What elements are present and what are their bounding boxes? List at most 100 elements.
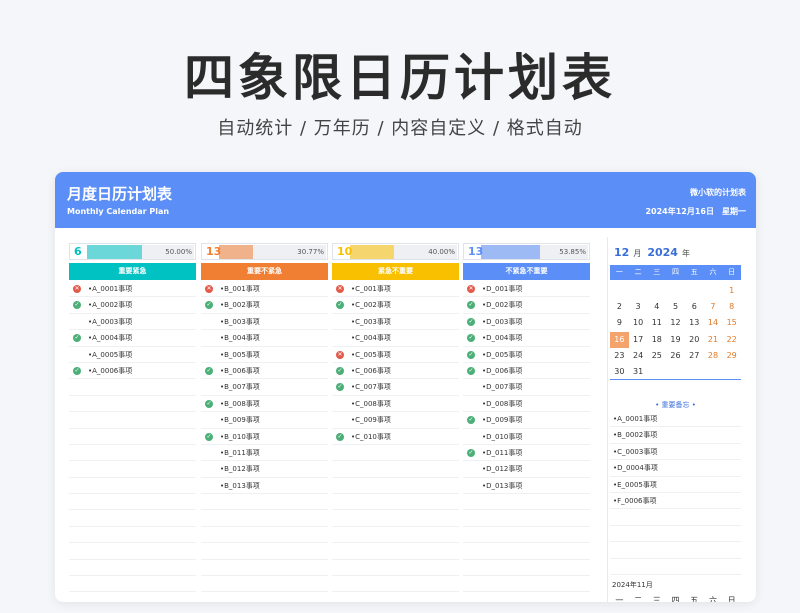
calendar-day[interactable]: 8 [722, 299, 741, 315]
calendar-day[interactable]: 7 [704, 299, 723, 315]
task-row[interactable]: ✕ •A_0001事项 [69, 281, 196, 298]
calendar-day[interactable]: 26 [666, 348, 685, 364]
calendar-day[interactable]: 28 [704, 348, 723, 364]
task-row[interactable]: ✓ •C_007事项 [332, 379, 459, 396]
calendar-day[interactable]: 14 [704, 315, 723, 331]
calendar-day[interactable]: 25 [647, 348, 666, 364]
calendar-day[interactable]: 31 [629, 364, 648, 380]
task-row[interactable]: ✕ •C_001事项 [332, 281, 459, 298]
memo-item[interactable]: •E_0005事项 [610, 477, 741, 493]
memo-item[interactable]: •C_0003事项 [610, 444, 741, 461]
calendar-day[interactable]: 5 [666, 299, 685, 315]
task-row[interactable]: ✓ •B_002事项 [201, 297, 328, 314]
task-row[interactable]: ✓ •D_011事项 [463, 445, 590, 462]
task-row[interactable]: •D_007事项 [463, 379, 590, 396]
task-row[interactable]: •B_013事项 [201, 478, 328, 495]
calendar-day[interactable]: 11 [647, 315, 666, 331]
cross-icon[interactable]: ✕ [336, 285, 344, 293]
task-row[interactable]: ✓ •C_010事项 [332, 429, 459, 445]
task-row[interactable]: ✓ •D_009事项 [463, 412, 590, 429]
calendar-day[interactable]: 20 [685, 332, 704, 348]
task-row[interactable]: ✓ •C_002事项 [332, 297, 459, 314]
calendar-month[interactable]: 12 [614, 246, 629, 259]
task-row[interactable]: ✓ •D_002事项 [463, 297, 590, 314]
task-row[interactable]: •B_009事项 [201, 412, 328, 429]
check-icon[interactable]: ✓ [205, 366, 213, 375]
calendar-day[interactable]: 23 [610, 348, 629, 364]
calendar-day[interactable]: 15 [722, 315, 741, 331]
cross-icon[interactable]: ✕ [73, 285, 81, 293]
task-row[interactable]: •D_008事项 [463, 396, 590, 413]
cross-icon[interactable]: ✕ [205, 285, 213, 293]
task-row[interactable]: •C_009事项 [332, 412, 459, 429]
calendar-year[interactable]: 2024 [647, 246, 678, 259]
task-row[interactable]: •C_004事项 [332, 330, 459, 347]
calendar-day[interactable]: 6 [685, 299, 704, 315]
calendar-day[interactable]: 22 [722, 332, 741, 348]
check-icon[interactable]: ✓ [73, 334, 81, 343]
calendar-day[interactable]: 21 [704, 332, 723, 348]
calendar-day[interactable]: 4 [647, 299, 666, 315]
calendar-day[interactable]: 2 [610, 299, 629, 315]
calendar-day[interactable]: 18 [647, 332, 666, 348]
check-icon[interactable]: ✓ [336, 432, 344, 441]
memo-item[interactable]: •A_0001事项 [610, 411, 741, 428]
task-row[interactable]: ✓ •A_0006事项 [69, 363, 196, 380]
memo-item[interactable]: •F_0006事项 [610, 493, 741, 510]
calendar-day[interactable]: 27 [685, 348, 704, 364]
task-row[interactable]: •C_003事项 [332, 314, 459, 331]
check-icon[interactable]: ✓ [467, 448, 475, 457]
task-row[interactable]: ✓ •D_006事项 [463, 363, 590, 380]
check-icon[interactable]: ✓ [467, 334, 475, 343]
check-icon[interactable]: ✓ [467, 416, 475, 425]
task-row[interactable]: •B_004事项 [201, 330, 328, 347]
check-icon[interactable]: ✓ [467, 301, 475, 310]
task-row[interactable]: ✓ •D_004事项 [463, 330, 590, 347]
check-icon[interactable]: ✓ [467, 366, 475, 375]
task-row[interactable]: •B_003事项 [201, 314, 328, 331]
task-row[interactable]: ✓ •B_010事项 [201, 429, 328, 445]
check-icon[interactable]: ✓ [336, 366, 344, 375]
task-row[interactable]: ✓ •A_0002事项 [69, 297, 196, 314]
calendar-day[interactable]: 24 [629, 348, 648, 364]
memo-item[interactable]: •D_0004事项 [610, 460, 741, 477]
check-icon[interactable]: ✓ [205, 301, 213, 310]
check-icon[interactable]: ✓ [73, 301, 81, 310]
calendar-day[interactable]: 1 [722, 283, 741, 299]
task-row[interactable]: •D_013事项 [463, 478, 590, 495]
task-row[interactable]: ✕ •B_001事项 [201, 281, 328, 298]
task-row[interactable]: •B_005事项 [201, 347, 328, 363]
cross-icon[interactable]: ✕ [336, 350, 344, 359]
task-row[interactable]: ✕ •D_001事项 [463, 281, 590, 298]
task-row[interactable]: ✓ •D_003事项 [463, 314, 590, 331]
check-icon[interactable]: ✓ [336, 383, 344, 392]
calendar-day[interactable]: 10 [629, 315, 648, 331]
task-row[interactable]: •B_012事项 [201, 461, 328, 478]
task-row[interactable]: •D_012事项 [463, 461, 590, 478]
check-icon[interactable]: ✓ [467, 317, 475, 326]
memo-item[interactable]: •B_0002事项 [610, 427, 741, 444]
calendar-day[interactable]: 3 [629, 299, 648, 315]
task-row[interactable]: ✓ •D_005事项 [463, 347, 590, 363]
task-row[interactable]: •A_0005事项 [69, 347, 196, 363]
calendar-day[interactable]: 12 [666, 315, 685, 331]
task-row[interactable]: ✓ •A_0004事项 [69, 330, 196, 347]
task-row[interactable]: ✓ •C_006事项 [332, 363, 459, 380]
task-row[interactable]: ✕ •C_005事项 [332, 347, 459, 363]
task-row[interactable]: •C_008事项 [332, 396, 459, 413]
calendar-day[interactable]: 29 [722, 348, 741, 364]
task-row[interactable]: ✓ •B_006事项 [201, 363, 328, 380]
calendar-day[interactable]: 9 [610, 315, 629, 331]
check-icon[interactable]: ✓ [467, 350, 475, 359]
task-row[interactable]: •D_010事项 [463, 429, 590, 445]
calendar-day[interactable]: 30 [610, 364, 629, 380]
task-row[interactable]: •A_0003事项 [69, 314, 196, 331]
cross-icon[interactable]: ✕ [467, 285, 475, 293]
check-icon[interactable]: ✓ [336, 301, 344, 310]
calendar-day[interactable]: 13 [685, 315, 704, 331]
calendar-day[interactable]: 19 [666, 332, 685, 348]
task-row[interactable]: •B_007事项 [201, 379, 328, 396]
task-row[interactable]: •B_011事项 [201, 445, 328, 462]
calendar-day[interactable]: 16 [610, 331, 629, 348]
check-icon[interactable]: ✓ [73, 366, 81, 375]
